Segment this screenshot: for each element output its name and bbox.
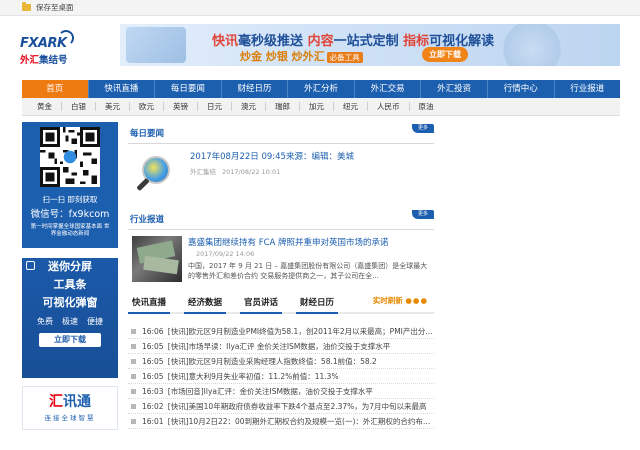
flash-tabs: 快讯直播 经济数据 官员讲话 财经日历 实时刷新 ●●● (128, 292, 434, 314)
site-logo[interactable]: FXARK 外汇集结号 (20, 30, 102, 76)
ad1-features: 免费 极速 便捷 (37, 317, 103, 326)
left-sidebar: 扫一扫 即刻获取 微信号：fx9kcom 第一时间掌握全球国家基本面 世界金融动… (22, 122, 118, 430)
news-meta: 外汇集结 2017/08/22 10:01 (190, 168, 281, 176)
qr-wechat-id: 微信号：fx9kcom (30, 209, 110, 220)
ad2-name: 汇讯通 (49, 394, 91, 410)
news-summary: 中国，2017 年 9 月 21 日 – 嘉盛集团股份有限公司（嘉盛集团）是全球… (188, 262, 428, 280)
logo-text-cn: 外汇集结号 (20, 55, 68, 66)
ad1-line3: 可视化弹窗 (42, 296, 98, 309)
nav-item-trading[interactable]: 外汇交易 (355, 80, 422, 98)
currency-link[interactable]: 加元 (300, 102, 334, 111)
main-nav: 首页 快讯直播 每日要闻 财经日历 外汇分析 外汇交易 外汇投资 行情中心 行业… (22, 80, 620, 98)
qr-code-image (40, 127, 100, 187)
currency-link[interactable]: 瑞郎 (266, 102, 300, 111)
nav-item-calendar[interactable]: 财经日历 (222, 80, 289, 98)
flash-list: 16:06 [快讯]欧元区9月制造业PMI终值为58.1，创2011年2月以来最高… (128, 324, 434, 429)
section-title: 行业报道 (130, 215, 165, 225)
tab-econ-data[interactable]: 经济数据 (184, 296, 227, 314)
toolbar-ad[interactable]: 迷你分屏 工具条 可视化弹窗 免费 极速 便捷 立即下载 (22, 258, 118, 378)
news-date: 2017/09/22 14:06 (196, 250, 255, 258)
ad1-line2: 工具条 (53, 278, 87, 291)
top-bar: 保存至桌面 (0, 0, 640, 16)
currency-bar: 黄金 白银 美元 欧元 英镑 日元 澳元 瑞郎 加元 纽元 人民币 原油 (22, 98, 620, 116)
list-item[interactable]: 16:03 [市场回音]Ilya汇评：金价关注ISM数据，油价交投于支撑水平 (128, 384, 434, 399)
currency-link[interactable]: 英镑 (164, 102, 198, 111)
industry-news-item[interactable]: 嘉盛集团继续持有 FCA 牌照并重申对英国市场的承诺 2017/09/22 14… (128, 230, 434, 288)
currency-link[interactable]: 欧元 (130, 102, 164, 111)
qr-sub-text: 第一时间掌握全球国家基本面 世界金融动态新闻 (30, 224, 110, 237)
save-to-desktop-link[interactable]: 保存至桌面 (36, 2, 74, 13)
daily-news-header: 每日要闻 更多 (128, 122, 434, 144)
header: FXARK 外汇集结号 快讯毫秒级推送 内容一站式定制 指标可视化解读 炒金 炒… (0, 16, 640, 80)
ad-mark-icon (26, 261, 35, 270)
magnifier-thumbnail (132, 150, 184, 200)
list-item[interactable]: 16:02 [快讯]美国10年期政府债券收益率下跌4个基点至2.37%，为7月中旬… (128, 399, 434, 414)
news-headline[interactable]: 嘉盛集团继续持有 FCA 牌照并重申对英国市场的承诺 (188, 236, 432, 248)
daily-news-item[interactable]: 2017年08月22日 09:45来源：编辑：美城 外汇集结 2017/08/22… (128, 144, 434, 208)
currency-link[interactable]: 人民币 (368, 102, 410, 111)
section-title: 每日要闻 (130, 129, 165, 139)
phone-graphic (126, 27, 186, 63)
list-item[interactable]: 16:06 [快讯]欧元区9月制造业PMI终值为58.1，创2011年2月以来最高… (128, 324, 434, 339)
currency-link[interactable]: 美元 (96, 102, 130, 111)
currency-link[interactable]: 黄金 (28, 102, 62, 111)
list-item[interactable]: 16:05 [快讯]意大利9月失业率初值：11.2%前值：11.3% (128, 369, 434, 384)
banknotes-thumbnail (132, 236, 182, 282)
folder-icon (22, 2, 31, 11)
main-content: 每日要闻 更多 2017年08月22日 09:45来源：编辑：美城 外汇集结 20… (128, 122, 434, 429)
ad1-download-button[interactable]: 立即下载 (39, 333, 101, 347)
logo-arc-icon (58, 30, 74, 46)
list-item[interactable]: 16:05 [快讯]市场早读：Ilya汇评 金价关注ISM数据，油价交投于支撑水平 (128, 339, 434, 354)
industry-header: 行业报道 更多 (128, 208, 434, 230)
globe-graphic (492, 24, 572, 66)
list-item[interactable]: 16:01 [快讯]10月2日22：00到期外汇期权合约及规模一览(一)：外汇期权… (128, 414, 434, 429)
ad2-slogan: 连接全球智慧 (44, 414, 96, 422)
tab-official-speech[interactable]: 官员讲话 (240, 296, 283, 314)
wechat-qr-panel: 扫一扫 即刻获取 微信号：fx9kcom 第一时间掌握全球国家基本面 世界金融动… (22, 122, 118, 248)
more-button[interactable]: 更多 (412, 210, 434, 219)
banner-download-button[interactable]: 立即下载 (422, 47, 468, 62)
currency-link[interactable]: 原油 (410, 102, 443, 111)
nav-item-industry[interactable]: 行业报道 (555, 80, 621, 98)
currency-link[interactable]: 日元 (198, 102, 232, 111)
nav-item-home[interactable]: 首页 (22, 80, 89, 98)
more-button[interactable]: 更多 (412, 124, 434, 133)
tab-live[interactable]: 快讯直播 (128, 296, 171, 314)
news-headline[interactable]: 2017年08月22日 09:45来源：编辑：美城 (190, 150, 354, 162)
nav-item-quotes[interactable]: 行情中心 (488, 80, 555, 98)
currency-link[interactable]: 澳元 (232, 102, 266, 111)
currency-link[interactable]: 白银 (62, 102, 96, 111)
currency-link[interactable]: 纽元 (334, 102, 368, 111)
top-banner-ad[interactable]: 快讯毫秒级推送 内容一站式定制 指标可视化解读 炒金 炒银 炒外汇 必备工具 立即… (120, 24, 620, 66)
banner-line2: 炒金 炒银 炒外汇 必备工具 (240, 48, 363, 64)
huixuntong-ad[interactable]: 汇讯通 连接全球智慧 (22, 386, 118, 430)
nav-item-daily[interactable]: 每日要闻 (155, 80, 222, 98)
list-item[interactable]: 16:05 [快讯]欧元区9月制造业采购经理人指数终值：58.1前值：58.2 (128, 354, 434, 369)
qr-scan-text: 扫一扫 即刻获取 (42, 195, 98, 204)
tab-calendar[interactable]: 财经日历 (296, 296, 339, 314)
nav-item-analysis[interactable]: 外汇分析 (288, 80, 355, 98)
realtime-refresh-toggle[interactable]: 实时刷新 ●●● (373, 295, 428, 306)
nav-item-live[interactable]: 快讯直播 (89, 80, 156, 98)
ad1-line1: 迷你分屏 (48, 260, 92, 273)
nav-item-investment[interactable]: 外汇投资 (421, 80, 488, 98)
